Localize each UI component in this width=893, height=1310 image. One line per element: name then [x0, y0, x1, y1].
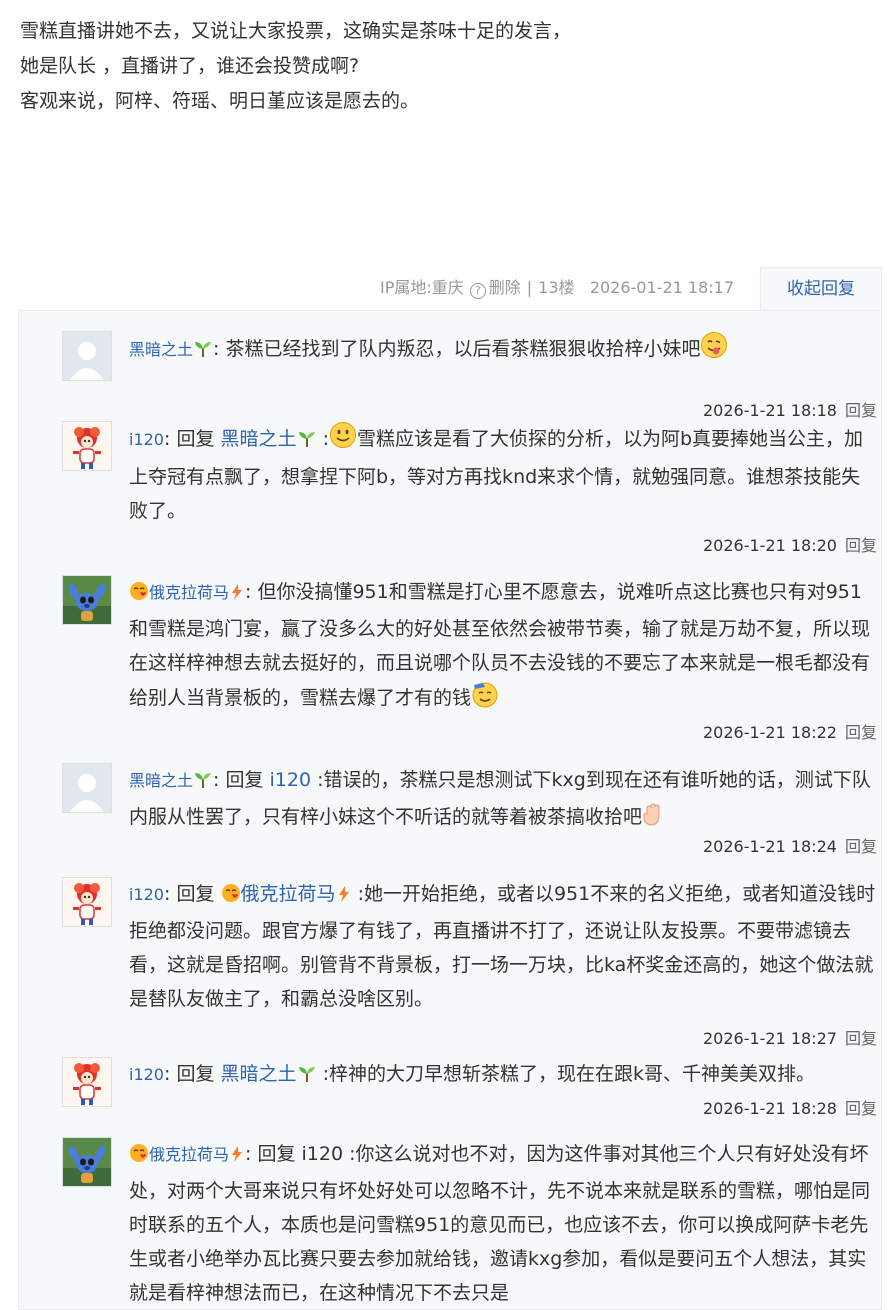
reply-time: 2026-1-21 18:22 [702, 723, 837, 742]
mascot-avatar-icon [63, 1058, 111, 1106]
reply-word: 回复 [225, 769, 264, 791]
avatar[interactable] [62, 1137, 112, 1187]
avatar[interactable] [62, 575, 112, 625]
post-line: 客观来说，阿梓、符瑶、明日堇应该是愿去的。 [20, 90, 420, 112]
sprout-badge-icon [297, 425, 317, 459]
reply-content: i120: 回复 黑暗之土 :梓神的大刀早想斩茶糕了，现在在跟k哥、千神美美双排… [129, 1057, 879, 1091]
mascot-avatar-icon [63, 878, 111, 926]
post-tail: IP属地:重庆? 删除 | 13楼 2026-01-21 18:17 [380, 275, 734, 301]
reply-button[interactable]: 回复 [845, 1029, 877, 1048]
reply-meta: 2026-1-21 18:20 回复 [703, 532, 877, 556]
default-avatar-icon [63, 332, 111, 380]
post-line: 她是队长 ，直播讲了，谁还会投赞成啊? [20, 55, 360, 77]
collapse-replies-button[interactable]: 收起回复 [760, 267, 882, 311]
kiss-face-icon [129, 1140, 149, 1174]
reply-button[interactable]: 回复 [845, 837, 877, 856]
reply-button[interactable]: 回复 [845, 1099, 877, 1118]
tongue-face-emoji-icon [700, 331, 728, 370]
reply-word: 回复 [176, 1063, 215, 1085]
avatar[interactable] [62, 763, 112, 813]
reply-content: 黑暗之土: 回复 i120 :错误的，茶糕只是想测试下kxg到现在还有谁听她的话… [129, 763, 879, 831]
reply-meta: 2026-1-21 18:22 回复 [703, 719, 877, 743]
cool-face-emoji-icon [471, 680, 499, 719]
reply-button[interactable]: 回复 [845, 536, 877, 555]
sprout-badge-icon [297, 1060, 317, 1094]
reply-target-link[interactable]: i120 [270, 769, 312, 791]
post-datetime: 2026-01-21 18:17 [589, 278, 734, 297]
username-link[interactable]: 俄克拉荷马 [149, 583, 229, 602]
sprout-badge-icon [193, 766, 213, 800]
reply-panel: 黑暗之土 : 茶糕已经找到了队内叛忍，以后看茶糕狠狠收拾梓小妹吧 2026-1-2… [18, 310, 882, 1310]
flame-badge-icon [229, 578, 245, 612]
reply-content: 黑暗之土 : 茶糕已经找到了队内叛忍，以后看茶糕狠狠收拾梓小妹吧 [129, 331, 879, 399]
creature-avatar-icon [63, 576, 111, 624]
kiss-face-icon [129, 578, 149, 612]
help-icon[interactable]: ? [469, 283, 486, 299]
reply-target-link[interactable]: 黑暗之土 [221, 428, 297, 450]
reply-content: 俄克拉荷马: 但你没搞懂951和雪糕是打心里不愿意去，说难听点这比赛也只有对95… [129, 575, 879, 715]
reply-meta: 2026-1-21 18:18 回复 [703, 397, 877, 421]
stop-hand-emoji-icon [642, 803, 664, 838]
reply-target-link[interactable]: 黑暗之土 [221, 1063, 297, 1085]
reply-text: :梓神的大刀早想斩茶糕了，现在在跟k哥、千神美美双排。 [322, 1063, 815, 1085]
username-link[interactable]: 俄克拉荷马 [149, 1145, 229, 1164]
reply-time: 2026-1-21 18:28 [702, 1099, 837, 1118]
reply-time: 2026-1-21 18:20 [702, 536, 837, 555]
reply-target-link[interactable]: i120 [302, 1143, 344, 1165]
reply-meta: 2026-1-21 18:27 回复 [703, 1025, 877, 1049]
username-link[interactable]: i120 [129, 1065, 164, 1084]
reply-time: 2026-1-21 18:27 [702, 1029, 837, 1048]
reply-content: 俄克拉荷马: 回复 i120 :你这么说对也不对，因为这件事对其他三个人只有好处… [129, 1137, 879, 1307]
reply-button[interactable]: 回复 [845, 401, 877, 420]
username-link[interactable]: i120 [129, 885, 164, 904]
ip-location: IP属地:重庆 [380, 278, 464, 297]
reply-content: i120: 回复 俄克拉荷马 :她一开始拒绝，或者以951不来的名义拒绝，或者知… [129, 877, 879, 1013]
reply-content: i120: 回复 黑暗之土 : 雪糕应该是看了大侦探的分析，以为阿b真要捧她当公主… [129, 421, 879, 523]
delete-link[interactable]: 删除 [489, 278, 521, 297]
reply-meta: 2026-1-21 18:24 回复 [703, 833, 877, 857]
reply-word: 回复 [176, 428, 215, 450]
reply-word: 回复 [257, 1143, 296, 1165]
avatar[interactable] [62, 421, 112, 471]
reply-time: 2026-1-21 18:24 [702, 837, 837, 856]
reply-word: 回复 [176, 883, 215, 905]
username-link[interactable]: i120 [129, 430, 164, 449]
reply-button[interactable]: 回复 [845, 723, 877, 742]
reply-text: : 茶糕已经找到了队内叛忍，以后看茶糕狠狠收拾梓小妹吧 [213, 338, 701, 360]
flame-badge-icon [336, 880, 352, 914]
reply-meta: 2026-1-21 18:28 回复 [703, 1095, 877, 1119]
reply-time: 2026-1-21 18:18 [702, 401, 837, 420]
flame-badge-icon [229, 1140, 245, 1174]
reply-target-link[interactable]: 俄克拉荷马 [241, 883, 336, 905]
avatar[interactable] [62, 331, 112, 381]
kiss-face-icon [221, 880, 241, 914]
post-line: 雪糕直播讲她不去，又说让大家投票，这确实是茶味十足的发言， [20, 20, 572, 42]
post-content: 雪糕直播讲她不去，又说让大家投票，这确实是茶味十足的发言， 她是队长 ，直播讲了… [20, 14, 870, 119]
avatar[interactable] [62, 1057, 112, 1107]
sprout-badge-icon [193, 335, 213, 369]
floor-number: 13楼 [538, 278, 575, 297]
creature-avatar-icon [63, 1138, 111, 1186]
mascot-avatar-icon [63, 422, 111, 470]
smile-emoji-icon [329, 421, 357, 460]
avatar[interactable] [62, 877, 112, 927]
separator: | [526, 278, 533, 297]
username-link[interactable]: 黑暗之土 [129, 340, 193, 359]
username-link[interactable]: 黑暗之土 [129, 771, 193, 790]
default-avatar-icon [63, 764, 111, 812]
